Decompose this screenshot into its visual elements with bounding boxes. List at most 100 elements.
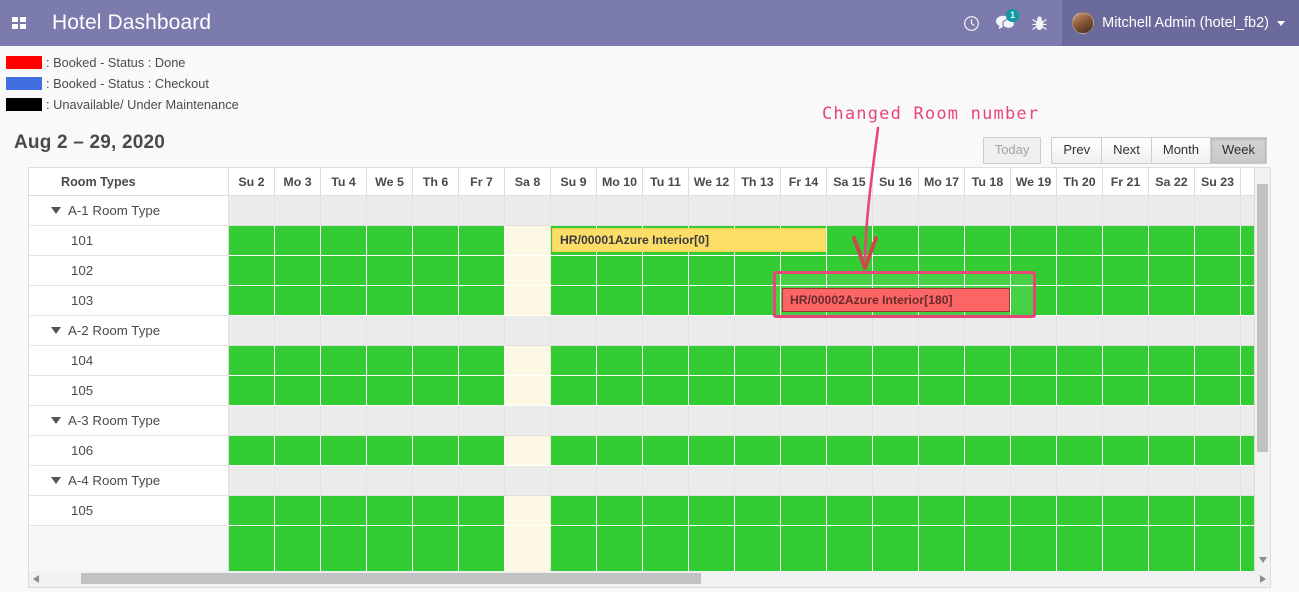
availability-cell[interactable] <box>827 196 873 225</box>
availability-cell[interactable] <box>781 316 827 345</box>
availability-cell[interactable] <box>1011 496 1057 526</box>
availability-cell[interactable] <box>1149 316 1195 345</box>
availability-cell[interactable] <box>1057 376 1103 406</box>
availability-cell[interactable] <box>1149 406 1195 435</box>
availability-cell[interactable] <box>413 466 459 495</box>
availability-cell[interactable] <box>413 286 459 316</box>
next-button[interactable]: Next <box>1101 137 1151 164</box>
availability-cell[interactable] <box>1011 196 1057 225</box>
availability-cell[interactable] <box>413 406 459 435</box>
availability-cell[interactable] <box>1011 346 1057 376</box>
availability-cell[interactable] <box>827 436 873 466</box>
availability-cell[interactable] <box>275 226 321 256</box>
availability-cell[interactable] <box>643 196 689 225</box>
availability-cell[interactable] <box>597 316 643 345</box>
room-type-group-row[interactable]: A-2 Room Type <box>29 316 228 346</box>
availability-cell[interactable] <box>275 196 321 225</box>
availability-cell[interactable] <box>689 436 735 466</box>
availability-cell[interactable] <box>1103 376 1149 406</box>
availability-cell[interactable] <box>459 226 505 256</box>
day-header-cell[interactable]: Mo 17 <box>919 168 965 196</box>
availability-cell[interactable] <box>873 466 919 495</box>
availability-cell[interactable] <box>229 466 275 495</box>
availability-cell[interactable] <box>1011 436 1057 466</box>
availability-cell[interactable] <box>919 526 965 571</box>
availability-cell[interactable] <box>413 436 459 466</box>
day-header-cell[interactable]: Su 9 <box>551 168 597 196</box>
day-header-cell[interactable]: Fr 14 <box>781 168 827 196</box>
availability-cell[interactable] <box>367 406 413 435</box>
week-view-button[interactable]: Week <box>1210 137 1267 164</box>
availability-cell[interactable] <box>367 526 413 571</box>
availability-cell[interactable] <box>965 196 1011 225</box>
day-header-cell[interactable]: We 19 <box>1011 168 1057 196</box>
availability-cell[interactable] <box>229 406 275 435</box>
availability-cell[interactable] <box>827 226 873 256</box>
availability-cell[interactable] <box>873 346 919 376</box>
availability-cell[interactable] <box>1011 316 1057 345</box>
availability-cell[interactable] <box>551 286 597 316</box>
day-header-cell[interactable]: We 12 <box>689 168 735 196</box>
availability-cell[interactable] <box>229 196 275 225</box>
availability-cell[interactable] <box>735 196 781 225</box>
availability-cell[interactable] <box>367 436 413 466</box>
availability-cell[interactable] <box>275 256 321 286</box>
availability-cell[interactable] <box>643 466 689 495</box>
scroll-down-arrow-icon[interactable] <box>1259 557 1267 563</box>
availability-cell[interactable] <box>1195 436 1241 466</box>
availability-cell[interactable] <box>1149 436 1195 466</box>
apps-menu-button[interactable] <box>0 0 38 46</box>
availability-cell[interactable] <box>919 346 965 376</box>
availability-cell[interactable] <box>597 376 643 406</box>
availability-cell[interactable] <box>643 346 689 376</box>
availability-cell[interactable] <box>551 376 597 406</box>
availability-cell[interactable] <box>229 496 275 526</box>
availability-cell[interactable] <box>275 286 321 316</box>
availability-cell[interactable] <box>1195 466 1241 495</box>
availability-cell[interactable] <box>873 376 919 406</box>
availability-cell[interactable] <box>1149 526 1195 571</box>
availability-cell[interactable] <box>1149 286 1195 316</box>
availability-cell[interactable] <box>229 526 275 571</box>
availability-cell[interactable] <box>965 226 1011 256</box>
booking-event[interactable]: HR/00002Azure Interior[180] <box>782 288 1010 312</box>
availability-cell[interactable] <box>1195 406 1241 435</box>
availability-cell[interactable] <box>413 346 459 376</box>
availability-cell[interactable] <box>965 376 1011 406</box>
availability-cell[interactable] <box>1103 316 1149 345</box>
availability-cell[interactable] <box>321 286 367 316</box>
day-header-cell[interactable]: Mo 10 <box>597 168 643 196</box>
availability-cell[interactable] <box>459 376 505 406</box>
availability-cell[interactable] <box>1103 346 1149 376</box>
availability-cell[interactable] <box>413 316 459 345</box>
availability-cell[interactable] <box>919 256 965 286</box>
availability-cell[interactable] <box>965 256 1011 286</box>
availability-cell[interactable] <box>919 496 965 526</box>
availability-cell[interactable] <box>1195 316 1241 345</box>
user-menu[interactable]: Mitchell Admin (hotel_fb2) <box>1062 0 1299 46</box>
availability-cell[interactable] <box>735 376 781 406</box>
availability-cell[interactable] <box>505 346 551 376</box>
availability-cell[interactable] <box>1149 346 1195 376</box>
availability-cell[interactable] <box>321 256 367 286</box>
availability-cell[interactable] <box>321 406 367 435</box>
availability-cell[interactable] <box>1057 196 1103 225</box>
day-header-cell[interactable]: Su 23 <box>1195 168 1241 196</box>
horizontal-scrollbar-thumb[interactable] <box>81 573 701 584</box>
availability-cell[interactable] <box>965 406 1011 435</box>
availability-cell[interactable] <box>781 196 827 225</box>
availability-cell[interactable] <box>367 376 413 406</box>
availability-cell[interactable] <box>1195 226 1241 256</box>
availability-cell[interactable] <box>1195 496 1241 526</box>
availability-cell[interactable] <box>873 526 919 571</box>
availability-cell[interactable] <box>1057 406 1103 435</box>
availability-cell[interactable] <box>919 406 965 435</box>
availability-cell[interactable] <box>643 316 689 345</box>
day-header-cell[interactable]: Fr 21 <box>1103 168 1149 196</box>
availability-cell[interactable] <box>827 316 873 345</box>
availability-cell[interactable] <box>459 406 505 435</box>
day-header-cell[interactable]: Su 2 <box>229 168 275 196</box>
availability-cell[interactable] <box>459 466 505 495</box>
availability-cell[interactable] <box>275 316 321 345</box>
availability-cell[interactable] <box>965 316 1011 345</box>
